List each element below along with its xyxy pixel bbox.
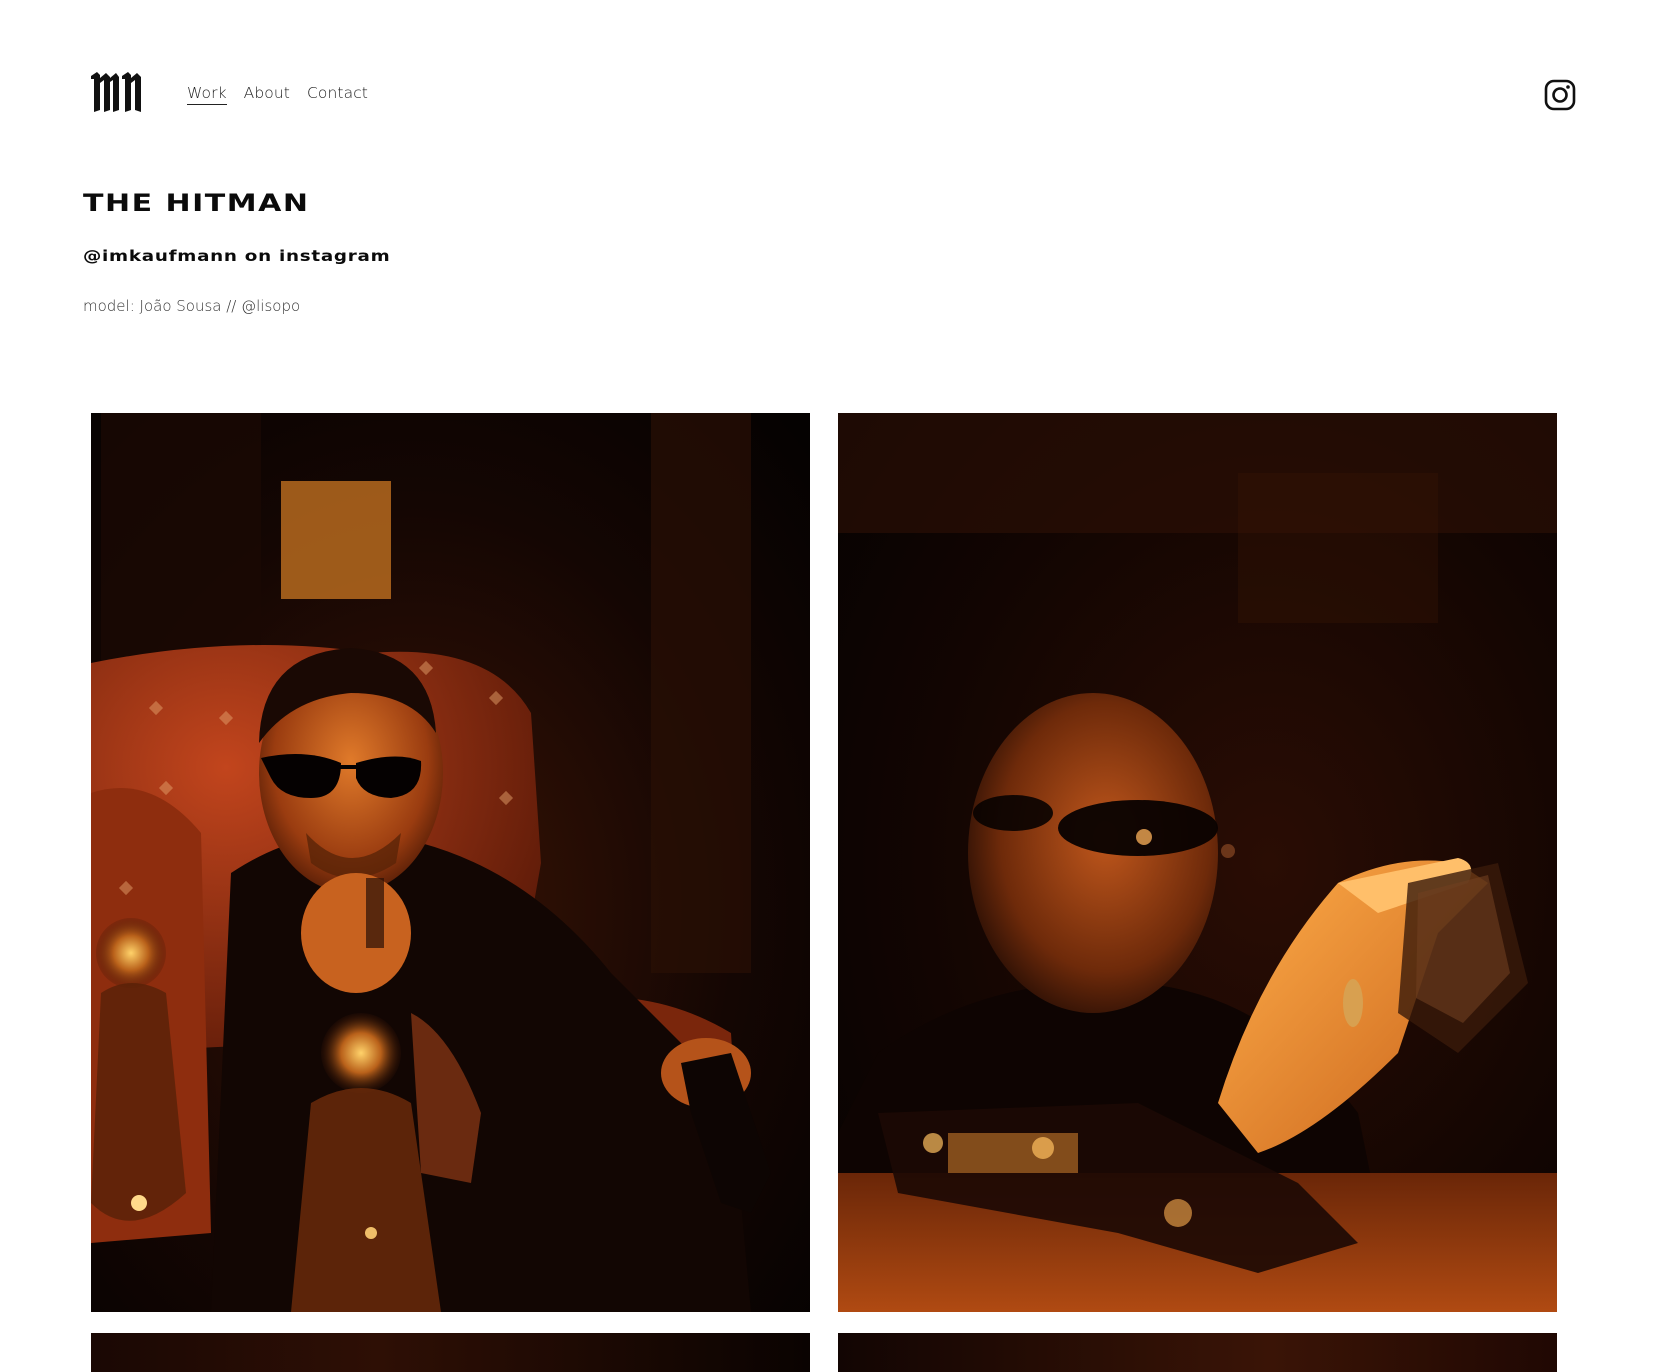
model-credit: model: João Sousa // @lisopo — [83, 297, 301, 315]
project-title: THE HITMAN — [83, 189, 310, 217]
gallery-photo-4[interactable] — [838, 1333, 1557, 1372]
gallery-photo-1[interactable] — [91, 413, 810, 1312]
page: Work About Contact THE HITMAN @imkaufman… — [0, 0, 1658, 1372]
nav-contact-link[interactable]: Contact — [307, 84, 368, 105]
gallery-photo-2[interactable] — [838, 413, 1557, 1312]
mn-logo-icon[interactable] — [89, 70, 143, 114]
cropped-photo-3 — [91, 1333, 810, 1372]
hitman-toast-photo — [838, 413, 1557, 1312]
nav-about-link[interactable]: About — [244, 84, 290, 105]
cropped-photo-4 — [838, 1333, 1557, 1372]
instagram-icon[interactable] — [1544, 79, 1576, 111]
site-header: Work About Contact — [0, 0, 1658, 170]
main-nav: Work About Contact — [187, 84, 368, 105]
gallery-photo-3[interactable] — [91, 1333, 810, 1372]
nav-work-link[interactable]: Work — [187, 84, 227, 105]
hitman-armchair-photo — [91, 413, 810, 1312]
project-subtitle: @imkaufmann on instagram — [83, 247, 391, 265]
